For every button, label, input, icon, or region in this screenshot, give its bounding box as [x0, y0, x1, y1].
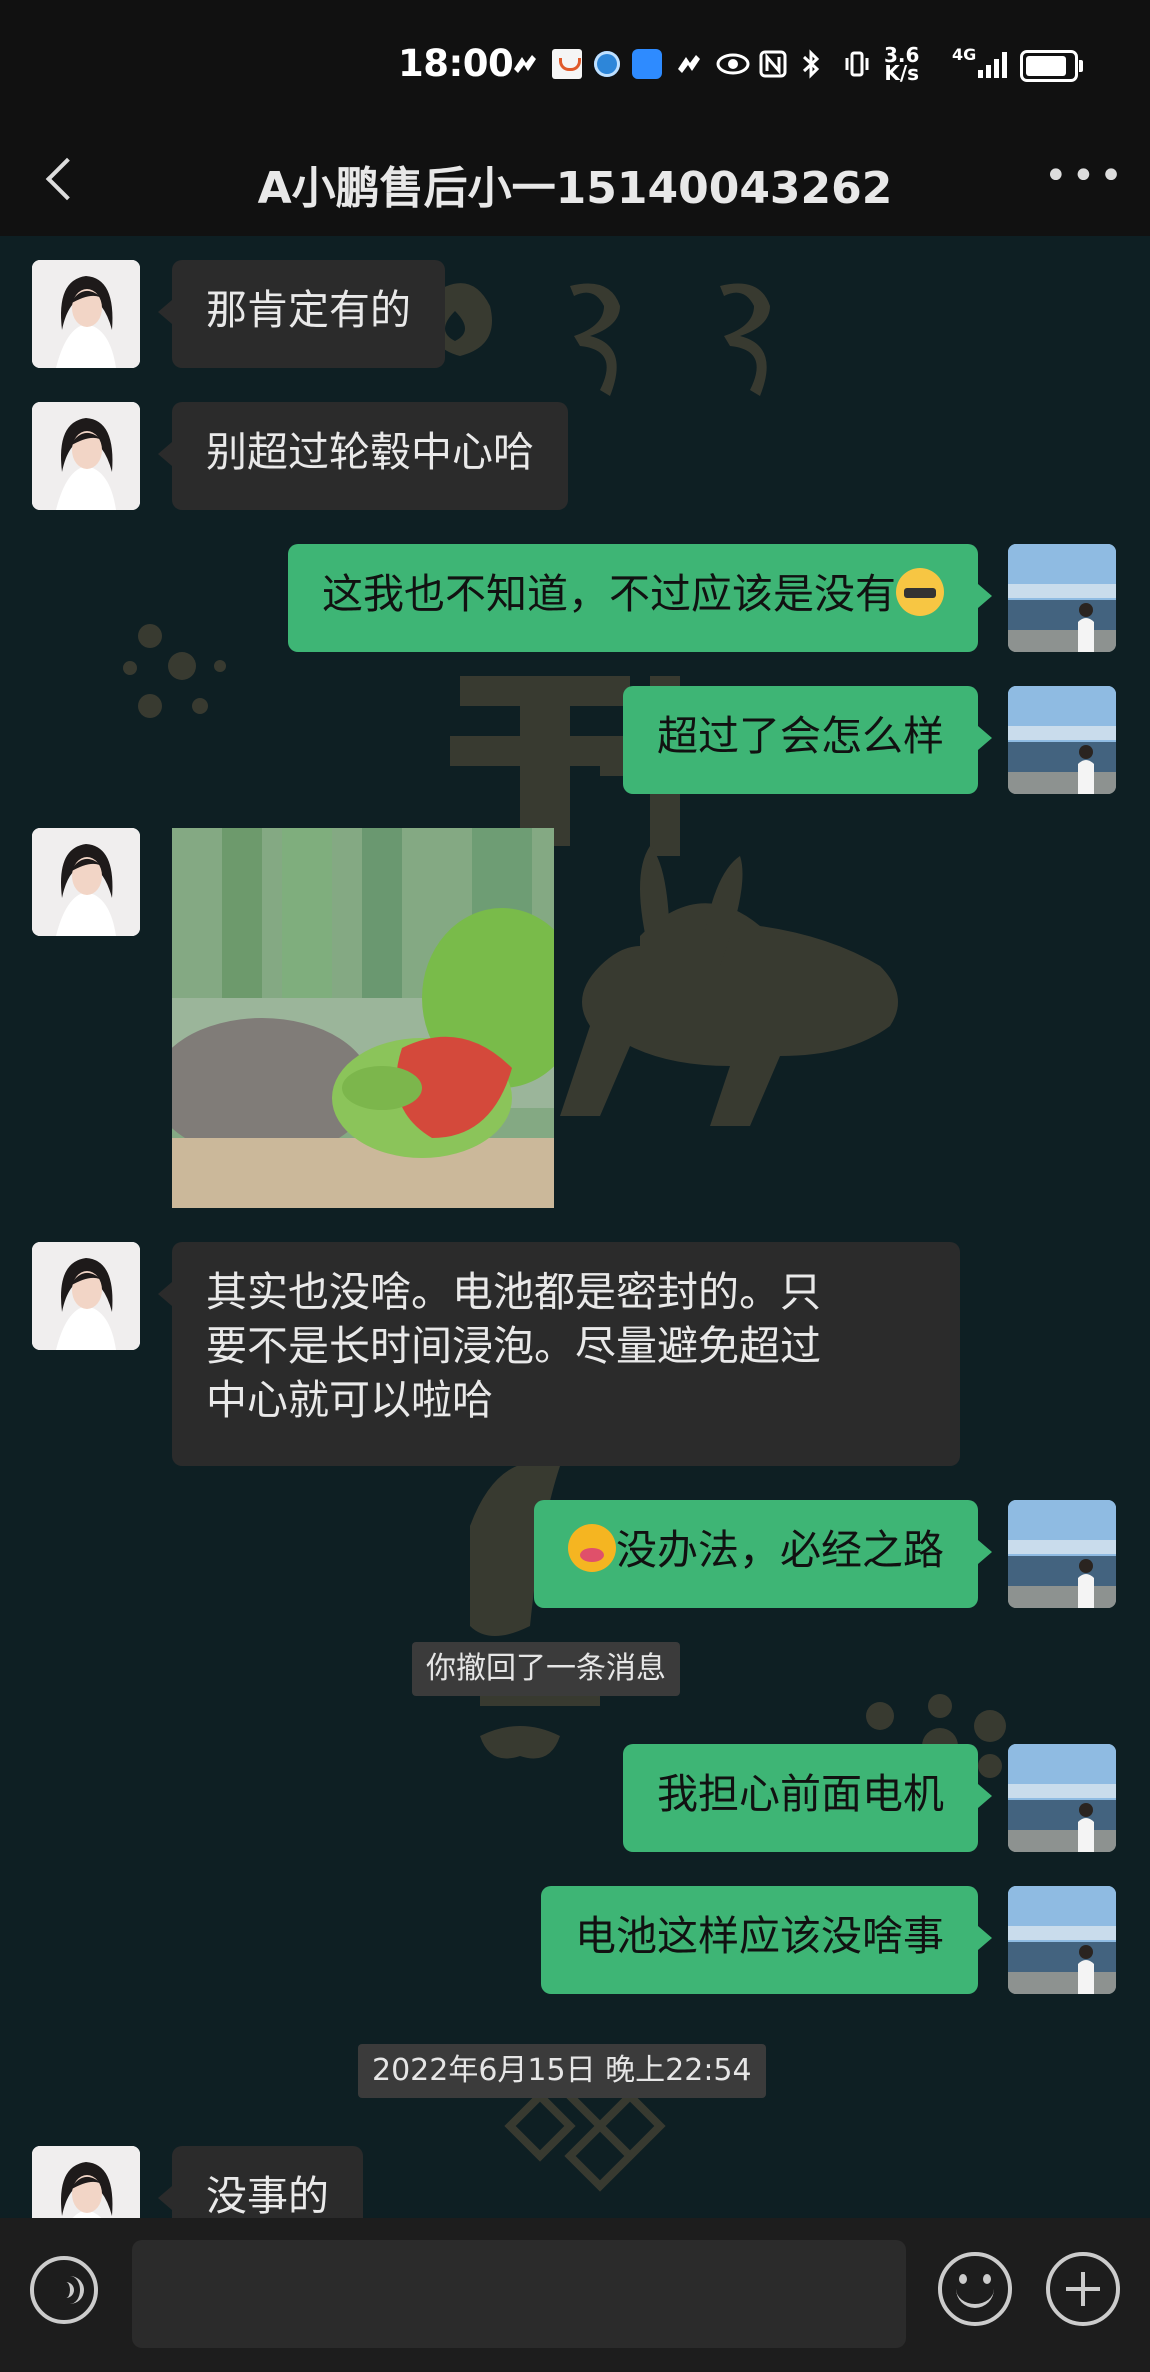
sync-icon — [674, 49, 704, 79]
message-bubble-outgoing[interactable]: 超过了会怎么样 — [623, 686, 992, 794]
avatar[interactable] — [32, 402, 140, 510]
message-input[interactable] — [132, 2240, 906, 2348]
timestamp: 2022年6月15日 晚上22:54 — [358, 2044, 766, 2098]
message-bubble-outgoing[interactable]: 我担心前面电机 — [623, 1744, 992, 1852]
emoji-icon[interactable] — [938, 2252, 1012, 2326]
status-icons: 3.6 K/s — [510, 44, 919, 84]
message-text: 超过了会怎么样 — [657, 712, 944, 760]
avatar[interactable] — [32, 1242, 140, 1350]
chat-header: A小鹏售后小一15140043262 ••• — [0, 130, 1150, 236]
avatar[interactable] — [1008, 1744, 1116, 1852]
status-time: 18:00 — [398, 42, 514, 85]
status-bar: 18:00 3.6 K/s 4G — [0, 0, 1150, 130]
vibrate-icon — [842, 49, 872, 79]
voice-icon[interactable] — [30, 2256, 98, 2324]
message-bubble-outgoing[interactable]: 没办法，必经之路 — [534, 1500, 992, 1608]
eye-icon — [716, 49, 750, 79]
recall-notice: 你撤回了一条消息 — [412, 1642, 680, 1696]
nfc-icon — [758, 49, 788, 79]
message-bubble-incoming[interactable]: 那肯定有的 — [158, 260, 445, 368]
message-text: 没事的 — [206, 2172, 329, 2220]
message-text: 没办法，必经之路 — [616, 1526, 944, 1574]
signal-icon — [978, 52, 1007, 78]
message-text: 电池这样应该没啥事 — [575, 1912, 944, 1960]
frog-plush-sticker[interactable] — [172, 828, 554, 1208]
input-bar — [0, 2218, 1150, 2372]
avatar[interactable] — [1008, 544, 1116, 652]
more-dots-icon[interactable]: ••• — [1044, 156, 1127, 196]
app-icon — [552, 49, 582, 79]
message-bubble-outgoing[interactable]: 电池这样应该没啥事 — [541, 1886, 992, 1994]
message-text: 别超过轮毂中心哈 — [206, 428, 534, 476]
message-text: 这我也不知道，不过应该是没有 — [322, 570, 896, 618]
avatar[interactable] — [1008, 686, 1116, 794]
chat-area[interactable]: 那肯定有的 别超过轮毂中心哈 这我也不知道，不过应该是没有 超过了会怎么样 其实… — [0, 236, 1150, 2236]
avatar[interactable] — [1008, 1500, 1116, 1608]
sync-icon — [510, 49, 540, 79]
bluetooth-icon — [800, 49, 830, 79]
message-text: 那肯定有的 — [206, 286, 411, 334]
message-text: 我担心前面电机 — [657, 1770, 944, 1818]
message-bubble-outgoing[interactable]: 这我也不知道，不过应该是没有 — [288, 544, 992, 652]
avatar[interactable] — [32, 260, 140, 368]
app-icon — [632, 49, 662, 79]
drooling-face-emoji-icon — [568, 1524, 616, 1572]
message-bubble-incoming[interactable]: 别超过轮毂中心哈 — [158, 402, 568, 510]
avatar[interactable] — [32, 828, 140, 936]
network-type: 4G — [952, 45, 977, 64]
plus-icon[interactable] — [1046, 2252, 1120, 2326]
network-speed: 3.6 K/s — [884, 43, 920, 85]
cat-sunglasses-emoji-icon — [896, 568, 944, 616]
message-bubble-incoming[interactable]: 其实也没啥。电池都是密封的。只 要不是长时间浸泡。尽量避免超过 中心就可以啦哈 — [158, 1242, 960, 1466]
avatar[interactable] — [1008, 1886, 1116, 1994]
message-text: 其实也没啥。电池都是密封的。只 要不是长时间浸泡。尽量避免超过 中心就可以啦哈 — [206, 1268, 821, 1424]
battery-icon — [1020, 50, 1083, 82]
contact-title: A小鹏售后小一15140043262 — [257, 163, 893, 214]
app-icon — [594, 51, 620, 77]
